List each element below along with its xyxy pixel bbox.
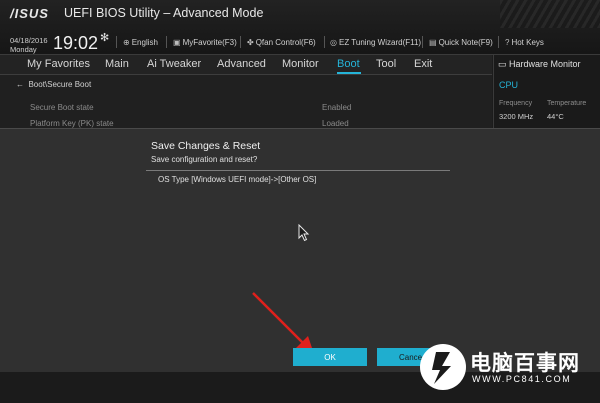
watermark-name: 电脑百事网 xyxy=(470,352,580,375)
monitor-icon: ▭ xyxy=(498,59,507,69)
tab-my-favorites[interactable]: My Favorites xyxy=(27,58,90,70)
globe-icon: ⊕ xyxy=(123,38,130,47)
favorite-icon: ▣ xyxy=(173,38,181,47)
hot-keys-button[interactable]: ? Hot Keys xyxy=(505,38,544,47)
tab-exit[interactable]: Exit xyxy=(414,58,432,70)
watermark-logo-icon xyxy=(420,344,466,390)
tab-main[interactable]: Main xyxy=(105,58,129,70)
date-text: 04/18/2016 xyxy=(10,36,48,45)
header-decoration xyxy=(500,0,600,28)
tab-tool[interactable]: Tool xyxy=(376,58,396,70)
toolbar-separator xyxy=(166,36,167,48)
breadcrumb[interactable]: ← Boot\Secure Boot xyxy=(16,80,91,89)
ez-tuning-wizard-button[interactable]: ◎ EZ Tuning Wizard(F11) xyxy=(330,38,421,47)
mouse-cursor-icon xyxy=(298,224,310,242)
setting-label: Platform Key (PK) state xyxy=(30,119,114,128)
qfan-control-button[interactable]: ✤ Qfan Control(F6) xyxy=(247,38,316,47)
ok-button[interactable]: OK xyxy=(293,348,367,366)
temperature-value: 44°C xyxy=(547,112,564,121)
dialog-title: Save Changes & Reset xyxy=(151,140,261,152)
toolbar-separator xyxy=(240,36,241,48)
gear-icon[interactable]: ✻ xyxy=(100,31,109,44)
back-arrow-icon[interactable]: ← xyxy=(16,80,24,89)
dialog-subtitle: Save configuration and reset? xyxy=(151,155,258,164)
wizard-icon: ◎ xyxy=(330,38,337,47)
date-display: 04/18/2016 Monday xyxy=(10,36,48,54)
quick-note-button[interactable]: ▤ Quick Note(F9) xyxy=(429,38,493,47)
tab-ai-tweaker[interactable]: Ai Tweaker xyxy=(147,58,201,70)
hotkeys-icon: ? xyxy=(505,38,510,47)
fan-icon: ✤ xyxy=(247,38,254,47)
tab-monitor[interactable]: Monitor xyxy=(282,58,319,70)
active-tab-indicator xyxy=(337,72,361,74)
asus-logo: /ISUS xyxy=(10,6,49,21)
watermark: 电脑百事网 WWW.PC841.COM xyxy=(420,344,600,394)
tab-boot[interactable]: Boot xyxy=(337,58,360,70)
setting-value: Loaded xyxy=(322,119,349,128)
watermark-url: WWW.PC841.COM xyxy=(472,374,572,384)
cpu-section-title: CPU xyxy=(499,80,519,90)
temperature-label: Temperature xyxy=(547,100,587,107)
toolbar-separator xyxy=(422,36,423,48)
time-display: 19:02 xyxy=(53,33,99,53)
change-list-item: OS Type [Windows UEFI mode]->[Other OS] xyxy=(158,175,317,184)
toolbar-separator xyxy=(324,36,325,48)
weekday-text: Monday xyxy=(10,45,37,54)
toolbar-separator xyxy=(116,36,117,48)
setting-value: Enabled xyxy=(322,103,352,112)
tab-advanced[interactable]: Advanced xyxy=(217,58,266,70)
window-title: UEFI BIOS Utility – Advanced Mode xyxy=(64,6,264,20)
note-icon: ▤ xyxy=(429,38,437,47)
toolbar-separator xyxy=(498,36,499,48)
myfavorite-button[interactable]: ▣ MyFavorite(F3) xyxy=(173,38,237,47)
frequency-value: 3200 MHz xyxy=(499,112,534,121)
frequency-label: Frequency xyxy=(499,100,533,107)
language-button[interactable]: ⊕ English xyxy=(123,38,158,47)
hardware-monitor-title: ▭ Hardware Monitor xyxy=(498,59,581,69)
setting-label: Secure Boot state xyxy=(30,103,94,112)
dialog-divider xyxy=(146,170,450,171)
